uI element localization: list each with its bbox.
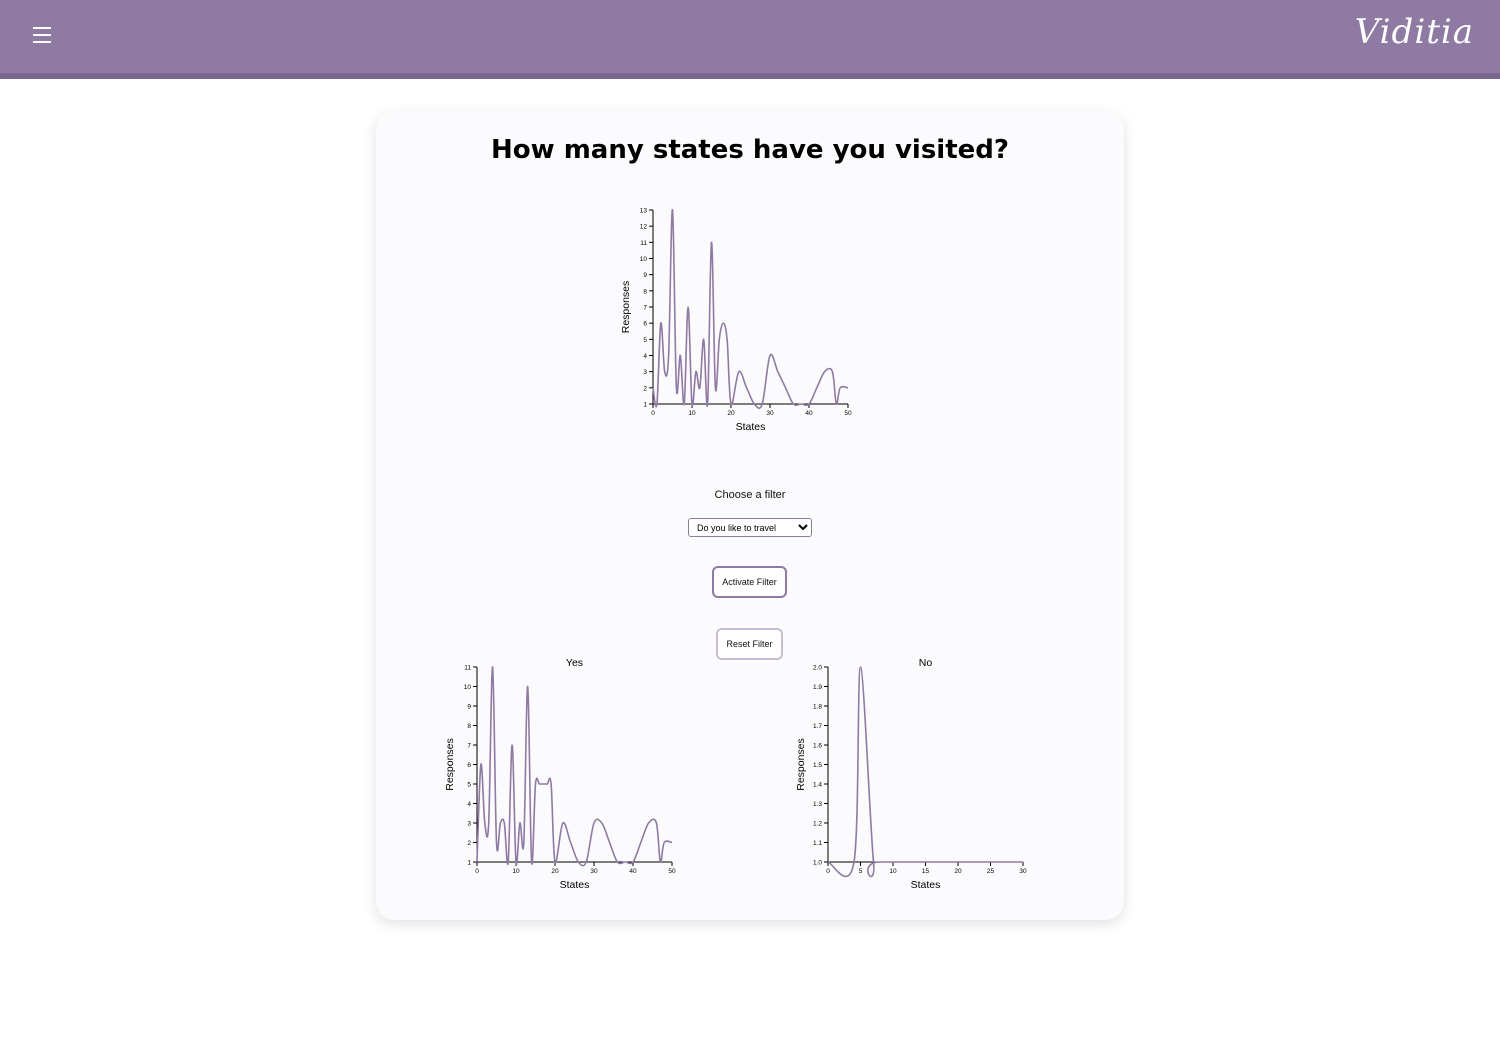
y-tick-label: 4 <box>643 353 647 360</box>
x-tick-label: 0 <box>651 410 655 417</box>
x-tick-label: 40 <box>629 868 637 875</box>
y-tick-label: 6 <box>643 321 647 328</box>
x-tick-label: 25 <box>987 868 995 875</box>
x-tick-label: 5 <box>859 868 863 875</box>
yes-line-chart: 1 2 3 4 5 6 7 8 9 10 11 0 10 20 30 40 50 States Responses Y… <box>444 657 676 891</box>
x-tick-label: 0 <box>826 868 830 875</box>
y-tick-label: 13 <box>640 208 648 215</box>
activate-filter-button[interactable]: Activate Filter <box>712 566 787 598</box>
y-tick-label: 1.6 <box>813 743 822 750</box>
x-tick-label: 20 <box>954 868 962 875</box>
x-tick-label: 20 <box>551 868 559 875</box>
x-tick-label: 30 <box>590 868 598 875</box>
y-tick-label: 1 <box>467 860 471 867</box>
y-tick-label: 1.1 <box>813 840 822 847</box>
hamburger-menu-icon[interactable] <box>30 27 54 47</box>
x-tick-label: 0 <box>475 868 479 875</box>
x-tick-label: 10 <box>889 868 897 875</box>
x-tick-label: 30 <box>1019 868 1027 875</box>
y-tick-label: 9 <box>467 704 471 711</box>
series-line <box>476 666 673 867</box>
x-tick-label: 50 <box>668 868 676 875</box>
y-tick-label: 3 <box>467 821 471 828</box>
y-tick-label: 9 <box>643 272 647 279</box>
y-tick-label: 8 <box>467 723 471 730</box>
top-navigation-bar: Viditia <box>0 0 1500 79</box>
y-tick-label: 1.2 <box>813 821 822 828</box>
filter-label: Choose a filter <box>714 489 786 501</box>
y-tick-label: 3 <box>643 369 647 376</box>
y-tick-label: 11 <box>464 665 471 672</box>
y-tick-label: 7 <box>467 743 471 750</box>
y-tick-label: 1.0 <box>813 860 822 867</box>
y-tick-label: 5 <box>467 782 471 789</box>
chart-title: No <box>919 657 933 669</box>
y-tick-label: 2.0 <box>813 665 822 672</box>
no-line-chart: 1.0 1.1 1.2 1.3 1.4 1.5 1.6 1.7 1.8 1.9 2.0 0 5 10 15 2… <box>795 657 1027 891</box>
series-line <box>652 209 849 410</box>
chart-title: Yes <box>566 657 583 669</box>
y-tick-label: 1.7 <box>813 723 822 730</box>
x-tick-label: 40 <box>805 410 813 417</box>
page-title: How many states have you visited? <box>491 135 1009 165</box>
filter-select[interactable]: Do you like to travel <box>688 518 812 537</box>
y-tick-label: 4 <box>467 801 471 808</box>
x-tick-label: 20 <box>727 410 735 417</box>
y-tick-label: 1 <box>643 402 647 409</box>
x-tick-label: 10 <box>688 410 696 417</box>
reset-filter-button[interactable]: Reset Filter <box>716 628 783 660</box>
x-axis-label: States <box>911 879 941 891</box>
y-tick-label: 10 <box>640 256 648 263</box>
y-axis-label: Responses <box>444 738 456 791</box>
x-tick-label: 15 <box>922 868 930 875</box>
series-line <box>827 666 1023 878</box>
x-tick-label: 10 <box>512 868 520 875</box>
viditia-logo[interactable]: Viditia <box>1355 12 1474 52</box>
main-line-chart: 123456789101112130 10 20 30 40 50StatesRespon… <box>620 208 852 434</box>
y-axis-label: Responses <box>795 738 807 791</box>
x-tick-label: 50 <box>844 410 852 417</box>
y-tick-label: 1.3 <box>813 801 822 808</box>
y-tick-label: 10 <box>464 684 472 691</box>
y-tick-label: 1.9 <box>813 684 822 691</box>
y-tick-label: 1.8 <box>813 704 822 711</box>
y-tick-label: 7 <box>643 305 647 312</box>
x-axis-label: States <box>736 421 766 433</box>
x-axis-label: States <box>560 879 590 891</box>
x-tick-label: 30 <box>766 410 774 417</box>
y-tick-label: 1.4 <box>813 782 822 789</box>
y-tick-label: 2 <box>467 840 471 847</box>
y-tick-label: 5 <box>643 337 647 344</box>
y-tick-label: 2 <box>643 385 647 392</box>
y-tick-label: 1.5 <box>813 762 822 769</box>
y-tick-label: 11 <box>640 240 647 247</box>
survey-card: How many states have you visited? 123456… <box>376 111 1124 920</box>
y-tick-label: 6 <box>467 762 471 769</box>
y-tick-label: 8 <box>643 288 647 295</box>
y-tick-label: 12 <box>640 224 648 231</box>
y-axis-label: Responses <box>620 281 632 334</box>
